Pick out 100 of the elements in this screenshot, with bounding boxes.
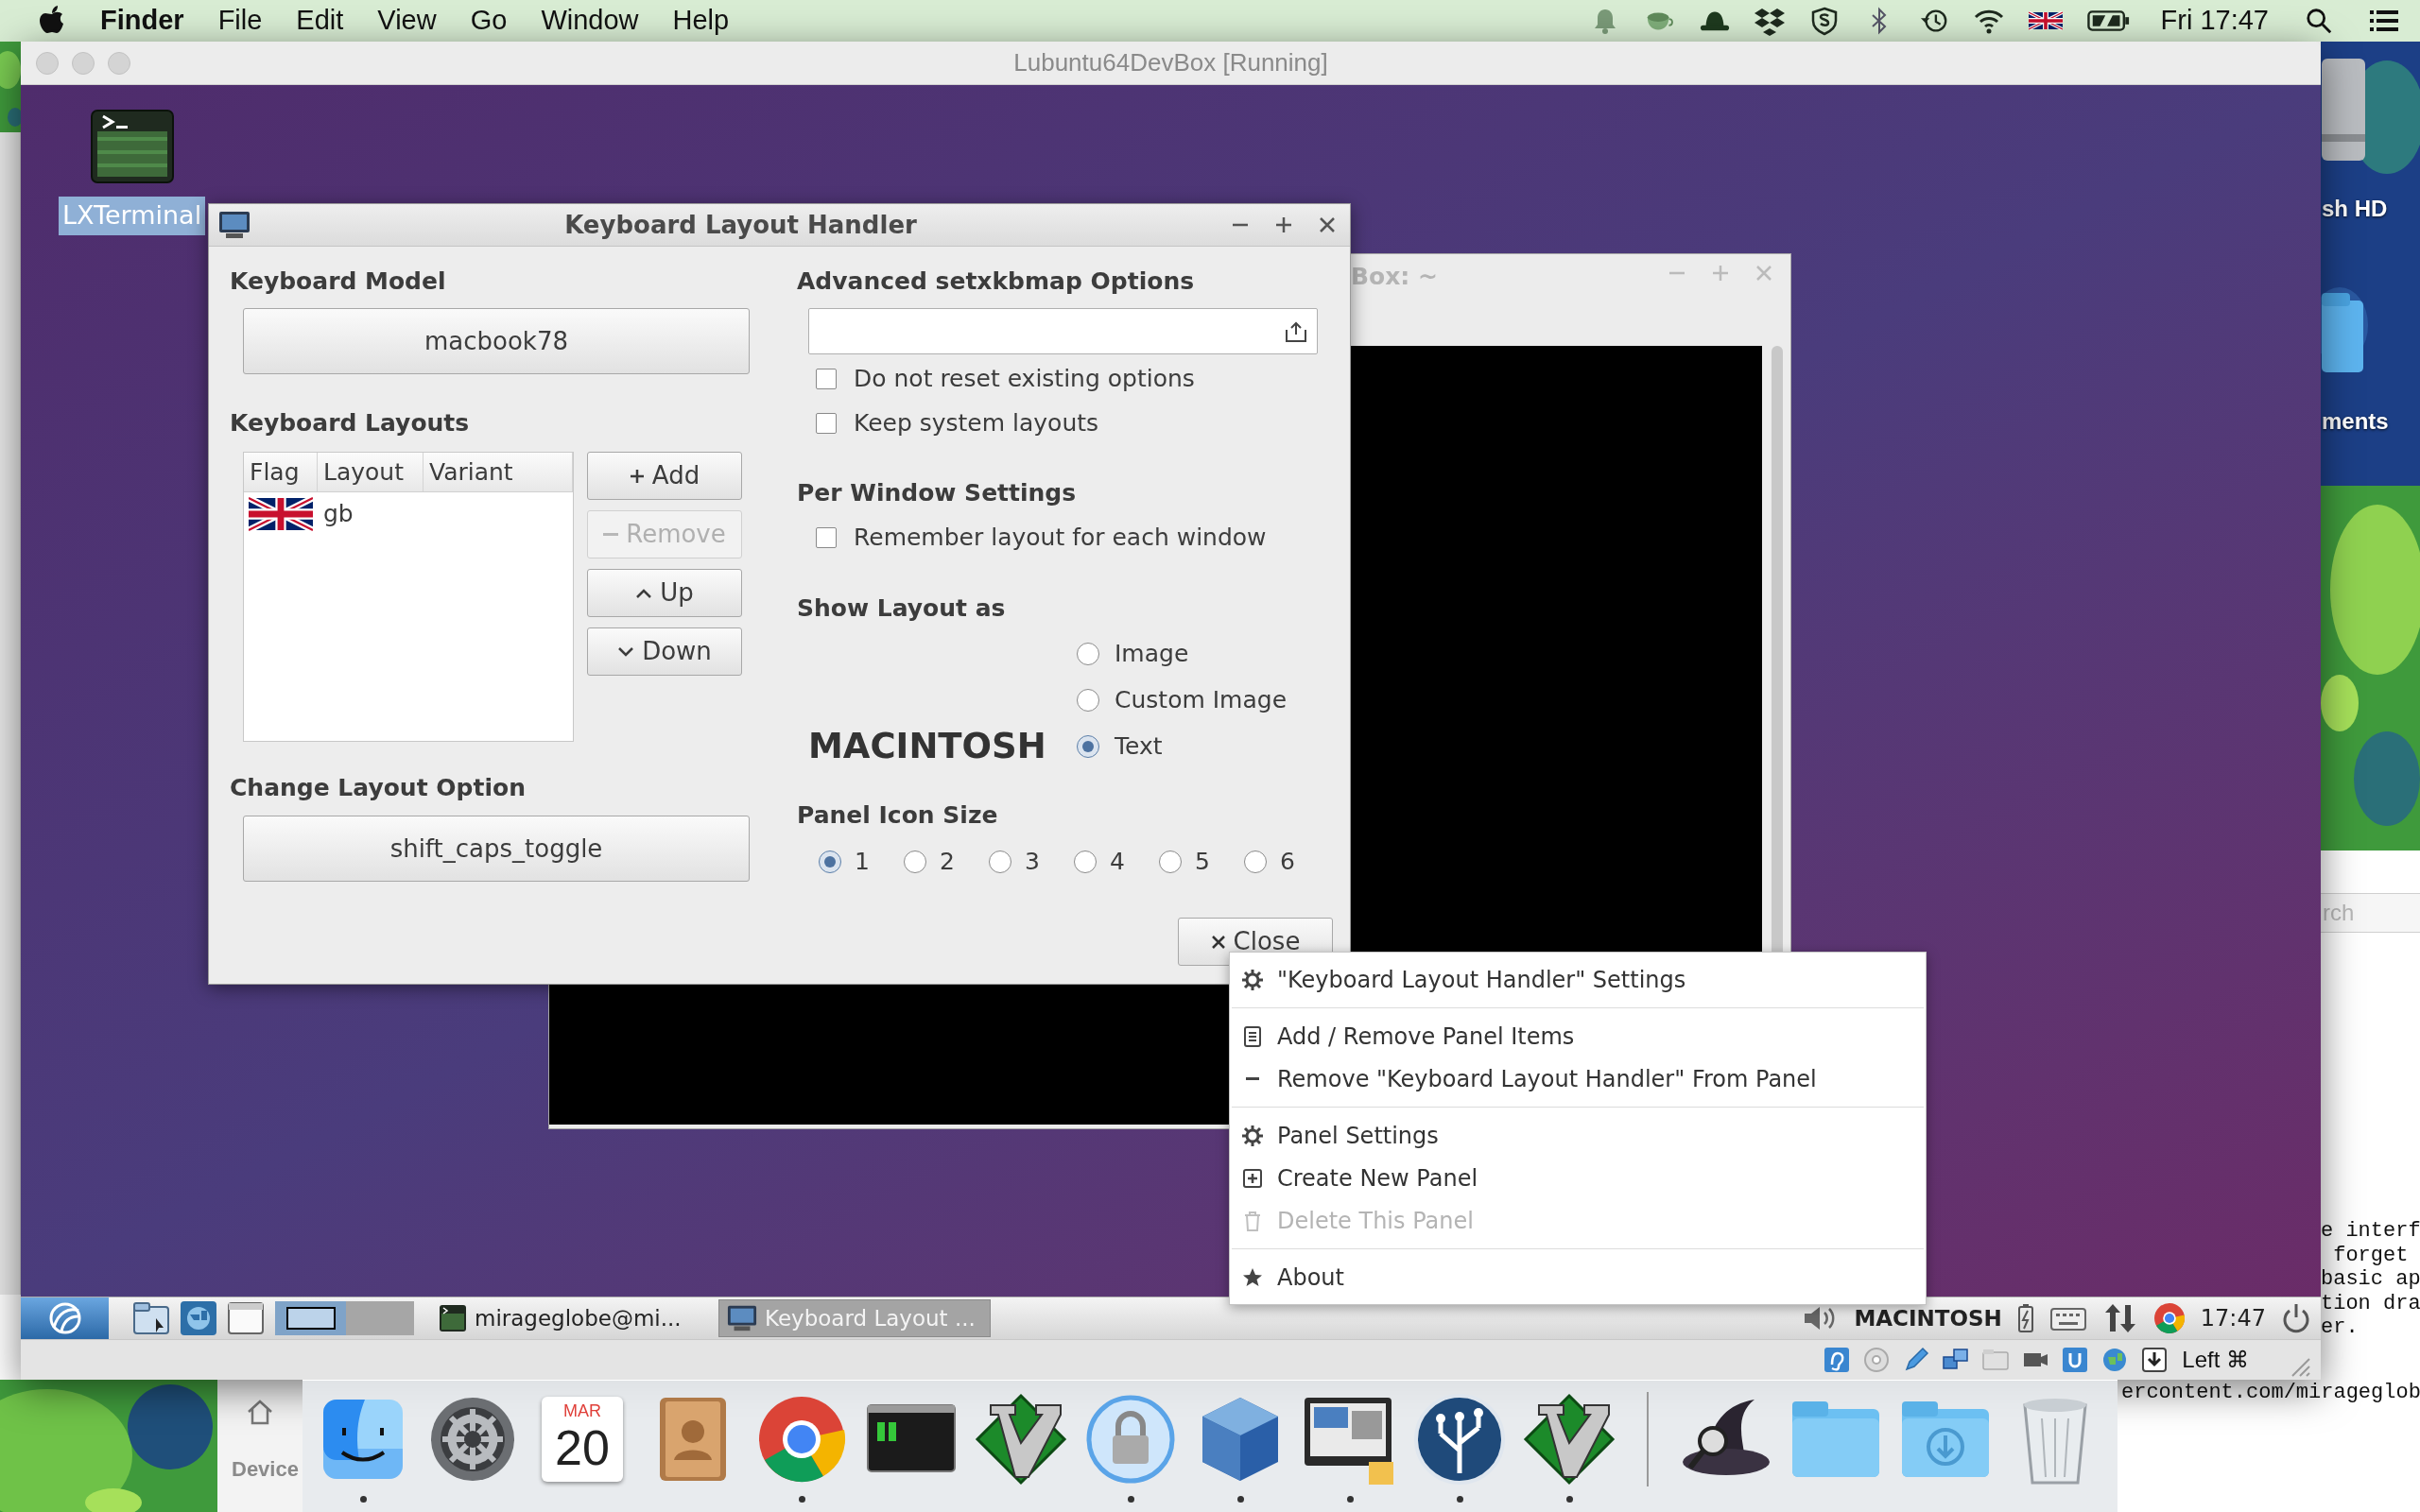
- options-field[interactable]: [808, 308, 1318, 354]
- text-line: basic ap: [2321, 1267, 2420, 1292]
- column-header[interactable]: Layout: [318, 453, 424, 491]
- section-heading: Show Layout as: [797, 594, 1007, 623]
- icon-label[interactable]: ments: [2322, 404, 2389, 438]
- home-icon[interactable]: [246, 1399, 274, 1425]
- plus-icon: [629, 468, 645, 484]
- column-header[interactable]: Variant: [424, 453, 573, 491]
- menu-item[interactable]: Panel Settings: [1230, 1114, 1926, 1157]
- close-icon[interactable]: [1318, 215, 1337, 234]
- section-heading: Advanced setxkbmap Options: [797, 267, 1196, 296]
- maximize-icon[interactable]: [1274, 215, 1293, 234]
- icon-label[interactable]: sh HD: [2322, 192, 2388, 226]
- text-line: ercontent.com/mirageglob: [2120, 1380, 2420, 1404]
- power-icon[interactable]: [2281, 1302, 2311, 1334]
- checkbox-label: Do not reset existing options: [854, 364, 1195, 395]
- section-heading: Per Window Settings: [797, 479, 1078, 507]
- checkbox[interactable]: [816, 527, 837, 548]
- close-icon: [1210, 934, 1226, 950]
- checkbox[interactable]: [816, 413, 837, 434]
- check-mark-icon[interactable]: [974, 1392, 1068, 1486]
- layout-preview: MACINTOSH: [808, 728, 1047, 765]
- flag-icon[interactable]: [2028, 11, 2063, 30]
- folder-icon[interactable]: [131, 1299, 171, 1337]
- calendar-icon[interactable]: MAR 20: [542, 1397, 623, 1482]
- calendar-day: 20: [555, 1421, 610, 1474]
- text-line: tion dra: [2321, 1291, 2420, 1315]
- ear-icon[interactable]: [1823, 1346, 1852, 1374]
- minus-icon: [603, 533, 619, 536]
- layout-indicator[interactable]: MACINTOSH: [1854, 1301, 2002, 1335]
- menu-item[interactable]: File: [217, 0, 263, 42]
- checkbox-label: Keep system layouts: [854, 408, 1099, 439]
- keyboard-icon[interactable]: [2048, 1305, 2087, 1332]
- layout-button[interactable]: Down: [587, 627, 742, 676]
- section-heading: Panel Icon Size: [797, 801, 999, 830]
- monitor-icon: [727, 1304, 757, 1332]
- start-button[interactable]: [21, 1297, 109, 1340]
- search-icon[interactable]: [2305, 7, 2333, 35]
- check-mark-icon[interactable]: [1522, 1392, 1616, 1486]
- menu-item[interactable]: Add / Remove Panel Items: [1230, 1015, 1926, 1057]
- menu-item[interactable]: Create New Panel: [1230, 1157, 1926, 1199]
- window-icon[interactable]: [226, 1299, 266, 1337]
- battery-icon[interactable]: [2016, 1303, 2034, 1333]
- search-field[interactable]: rch: [2321, 893, 2420, 933]
- task-button[interactable]: mirageglobe@mi...: [431, 1299, 703, 1337]
- radio-label: 3: [1025, 847, 1040, 878]
- section-heading: Keyboard Layouts: [230, 409, 471, 438]
- radio-button[interactable]: [1077, 689, 1099, 712]
- radio-button[interactable]: [904, 850, 926, 873]
- section-heading: Change Layout Option: [230, 774, 527, 802]
- layout-button[interactable]: Up: [587, 569, 742, 617]
- menu-item[interactable]: View: [377, 0, 437, 42]
- menu-item[interactable]: Edit: [296, 0, 344, 42]
- menu-item[interactable]: About: [1230, 1256, 1926, 1298]
- layout-option-button[interactable]: shift_caps_toggle: [243, 816, 750, 882]
- checkbox[interactable]: [816, 369, 837, 389]
- browser-icon[interactable]: [2152, 1302, 2186, 1334]
- usb-icon[interactable]: [2061, 1346, 2090, 1374]
- radio-label: 4: [1110, 847, 1125, 878]
- download-icon[interactable]: [2140, 1346, 2169, 1374]
- model-button[interactable]: macbook78: [243, 308, 750, 374]
- window-title: Box: ~: [1351, 262, 1438, 292]
- table-cell-text: gb: [322, 499, 354, 530]
- menu-item[interactable]: Go: [470, 0, 508, 42]
- boxes-icon[interactable]: [1754, 6, 1785, 36]
- text-line: forget: [2332, 1243, 2410, 1267]
- menu-item[interactable]: Window: [541, 0, 639, 42]
- workspace-button[interactable]: [275, 1301, 346, 1335]
- radio-label: Custom Image: [1115, 685, 1288, 716]
- minus-icon: [1246, 1077, 1259, 1080]
- menu-item[interactable]: Help: [672, 0, 730, 42]
- radio-button[interactable]: [1077, 735, 1099, 758]
- radio-button[interactable]: [989, 850, 1011, 873]
- menu-item[interactable]: Finder: [100, 0, 184, 42]
- menu-clock[interactable]: Fri 17:47: [2160, 0, 2269, 42]
- radio-button[interactable]: [819, 850, 841, 873]
- radio-label: 1: [855, 847, 870, 878]
- tray-icon[interactable]: [1285, 319, 1307, 343]
- radio-button[interactable]: [1074, 850, 1097, 873]
- radio-button[interactable]: [1077, 643, 1099, 665]
- gear-icon: [1241, 968, 1264, 991]
- panel-clock[interactable]: 17:47: [2200, 1301, 2266, 1335]
- section-heading: Keyboard Model: [230, 267, 447, 296]
- flag-icon: [249, 497, 313, 531]
- dialog-title: Keyboard Layout Handler: [563, 209, 918, 241]
- radio-label: Text: [1115, 731, 1163, 763]
- radio-label: 6: [1280, 847, 1295, 878]
- radio-button[interactable]: [1159, 850, 1182, 873]
- battery-icon[interactable]: [2086, 9, 2131, 32]
- globe-icon[interactable]: [179, 1299, 218, 1337]
- chevron-up-icon: [635, 587, 653, 599]
- radio-label: 5: [1195, 847, 1210, 878]
- radio-button[interactable]: [1244, 850, 1267, 873]
- sidebar-heading: Device: [232, 1456, 300, 1483]
- menu-item[interactable]: Remove "Keyboard Layout Handler" From Panel: [1230, 1057, 1926, 1100]
- column-header[interactable]: Flag: [244, 453, 318, 491]
- list-icon[interactable]: [2369, 8, 2399, 34]
- layout-button[interactable]: Add: [587, 452, 742, 500]
- tree-icon[interactable]: [1412, 1392, 1507, 1486]
- add-box-icon: [1241, 1166, 1264, 1190]
